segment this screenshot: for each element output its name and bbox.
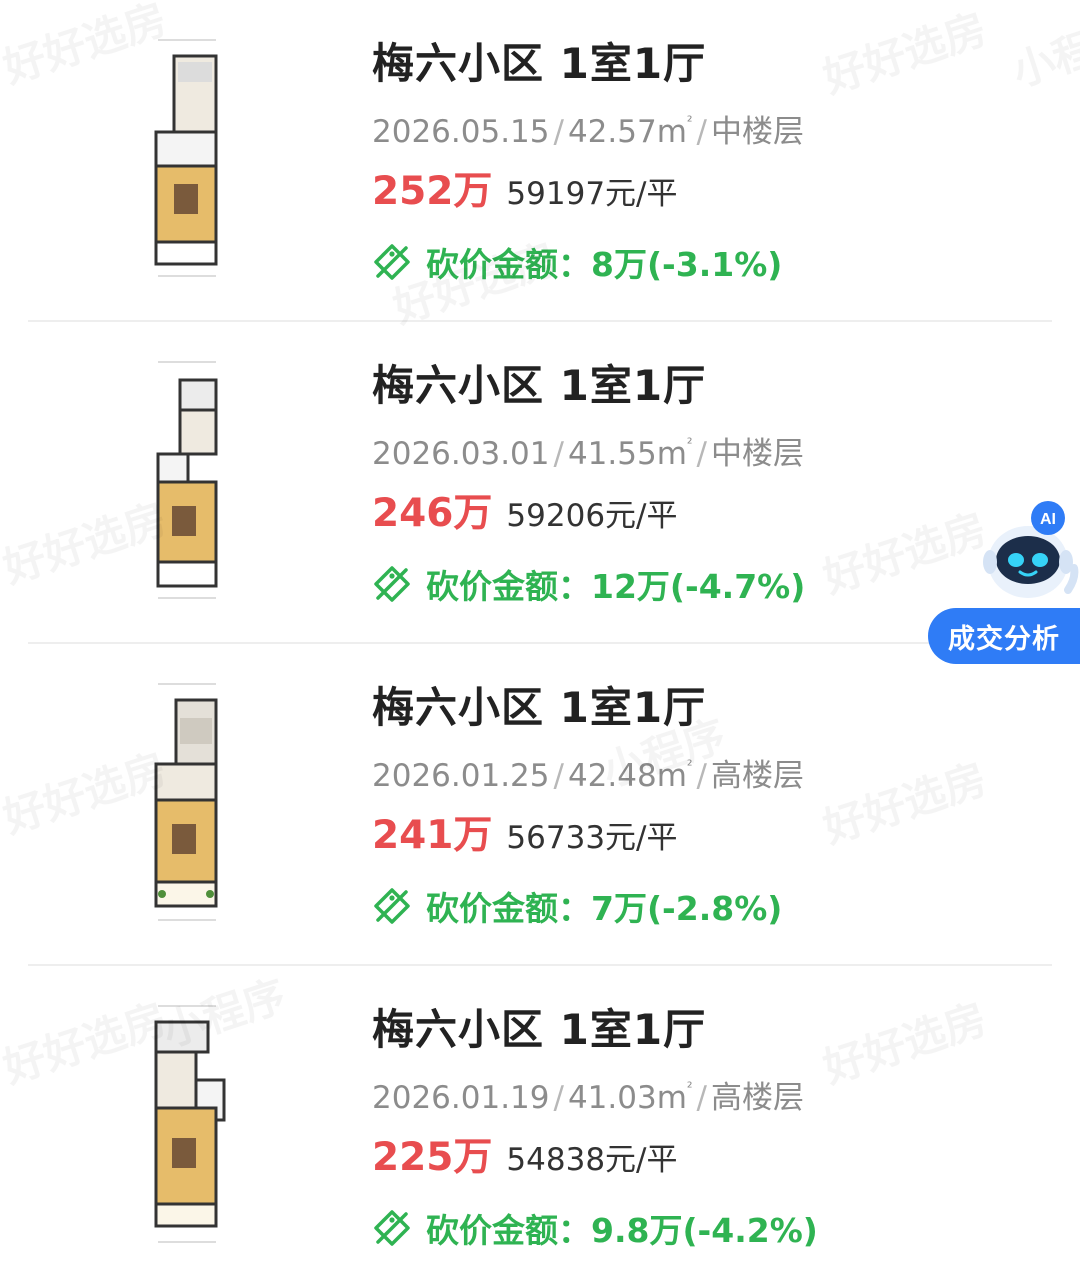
listing-meta: 2026.03.01/41.55m² / 中楼层 [372,428,804,473]
listing-title: 梅六小区 1室1厅 [372,361,707,410]
price-tag-cut-icon [374,1210,410,1246]
separator: / [553,114,564,150]
floor-level: 中楼层 [710,114,804,150]
listing-meta: 2026.01.25/42.48m² / 高楼层 [372,750,804,795]
deal-date: 2026.01.19 [372,1080,550,1116]
price-row: 246万 59206元/平 [372,482,677,538]
listing-meta: 2026.01.19/41.03m² / 高楼层 [372,1072,804,1117]
price-row: 225万 54838元/平 [372,1126,677,1182]
price-row: 252万 59197元/平 [372,160,677,216]
price-tag-cut-icon [374,566,410,602]
listing-card[interactable]: 梅六小区 1室1厅 2026.05.15/42.57m² / 中楼层 252万 591… [0,0,1080,322]
listing-card[interactable]: 梅六小区 1室1厅 2026.01.25/42.48m² / 高楼层 241万 567… [0,644,1080,966]
deal-date: 2026.05.15 [372,114,550,150]
separator: / [553,1080,564,1116]
area-unit-sup: ² [686,114,693,130]
area: 41.03m [567,1080,687,1116]
floor-level: 高楼层 [710,758,804,794]
floorplan-thumbnail[interactable] [128,1000,246,1248]
area-unit-sup: ² [686,1080,693,1096]
cut-label: 砍价金额： [426,567,591,606]
ai-robot-icon: AI [983,501,1079,598]
cut-label: 砍价金额： [426,889,591,928]
unit-price: 56733元/平 [506,820,678,856]
separator: / [553,436,564,472]
price-tag-cut-icon [374,244,410,280]
total-price: 246万 [372,491,493,536]
area: 41.55m [567,436,687,472]
ai-analysis-fab[interactable]: AI 成交分析 [928,498,1080,666]
separator: / [553,758,564,794]
area: 42.48m [567,758,687,794]
separator: / [696,1080,707,1116]
cut-label: 砍价金额： [426,1211,591,1250]
listing-card[interactable]: 梅六小区 1室1厅 2026.03.01/41.55m² / 中楼层 246万 592… [0,322,1080,644]
cut-label: 砍价金额： [426,245,591,284]
unit-price: 59206元/平 [506,498,678,534]
price-row: 241万 56733元/平 [372,804,677,860]
cut-amount: 9.8万(-4.2%) [591,1211,818,1250]
floorplan-thumbnail[interactable] [128,678,246,926]
ai-analysis-label[interactable]: 成交分析 [928,608,1080,664]
deal-date: 2026.03.01 [372,436,550,472]
area-unit-sup: ² [686,758,693,774]
deal-date: 2026.01.25 [372,758,550,794]
floorplan-thumbnail[interactable] [128,356,246,604]
total-price: 252万 [372,169,493,214]
floor-level: 高楼层 [710,1080,804,1116]
listing-title: 梅六小区 1室1厅 [372,1005,707,1054]
listing-card[interactable]: 梅六小区 1室1厅 2026.01.19/41.03m² / 高楼层 225万 548… [0,966,1080,1288]
price-cut-row: 砍价金额：12万(-4.7%) [372,560,805,610]
price-cut-row: 砍价金额：7万(-2.8%) [372,882,782,932]
total-price: 241万 [372,813,493,858]
separator: / [696,758,707,794]
floor-level: 中楼层 [710,436,804,472]
area-unit-sup: ² [686,436,693,452]
cut-amount: 8万(-3.1%) [591,245,783,284]
listing-title: 梅六小区 1室1厅 [372,683,707,732]
price-cut-row: 砍价金额：9.8万(-4.2%) [372,1204,818,1254]
separator: / [696,114,707,150]
total-price: 225万 [372,1135,493,1180]
unit-price: 54838元/平 [506,1142,678,1178]
listing-meta: 2026.05.15/42.57m² / 中楼层 [372,106,804,151]
price-tag-cut-icon [374,888,410,924]
area: 42.57m [567,114,687,150]
ai-badge-text: AI [1040,511,1056,528]
separator: / [696,436,707,472]
floorplan-thumbnail[interactable] [128,34,246,282]
cut-amount: 12万(-4.7%) [591,567,806,606]
unit-price: 59197元/平 [506,176,678,212]
listing-list: 梅六小区 1室1厅 2026.05.15/42.57m² / 中楼层 252万 591… [0,0,1080,1287]
listing-title: 梅六小区 1室1厅 [372,39,707,88]
cut-amount: 7万(-2.8%) [591,889,783,928]
price-cut-row: 砍价金额：8万(-3.1%) [372,238,782,288]
